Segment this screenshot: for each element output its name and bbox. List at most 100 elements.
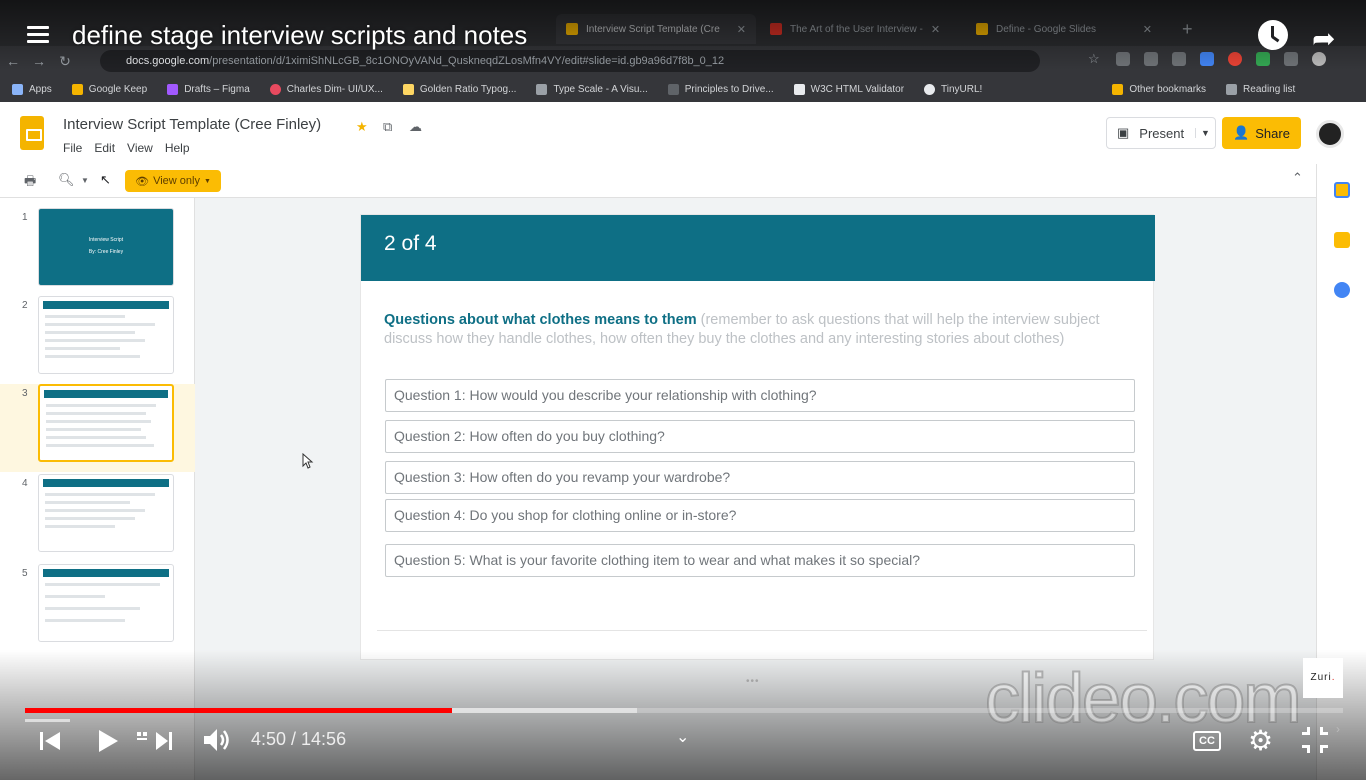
present-dropdown-icon[interactable]: ▼ bbox=[1195, 128, 1215, 138]
cloud-status-icon[interactable]: ☁ bbox=[409, 119, 422, 135]
previous-icon[interactable] bbox=[38, 730, 62, 752]
menu-file[interactable]: File bbox=[63, 141, 82, 155]
extension-icon[interactable] bbox=[1172, 52, 1186, 66]
chevron-right-icon[interactable]: › bbox=[1336, 722, 1340, 736]
slide-thumbnail[interactable]: 1 Interview Script By: Cree Finley bbox=[0, 208, 195, 296]
slide-heading: 2 of 4 bbox=[384, 232, 437, 255]
bookmark-label: Type Scale - A Visu... bbox=[553, 83, 648, 95]
menu-view[interactable]: View bbox=[127, 141, 153, 155]
reload-icon[interactable]: ↻ bbox=[52, 53, 78, 70]
slide-thumbnail[interactable]: 5 bbox=[0, 564, 195, 652]
watch-later-icon[interactable] bbox=[1258, 20, 1288, 50]
slide-thumbnail[interactable]: 2 bbox=[0, 296, 195, 384]
tab-label: Interview Script Template (Cre bbox=[586, 23, 720, 35]
volume-icon[interactable] bbox=[202, 726, 234, 754]
bookmark-item[interactable]: Drafts – Figma bbox=[167, 83, 250, 95]
thumb-line bbox=[46, 404, 156, 407]
menu-edit[interactable]: Edit bbox=[94, 141, 115, 155]
extension-icon[interactable] bbox=[1144, 52, 1158, 66]
url-field[interactable]: docs.google.com/presentation/d/1ximiShNL… bbox=[100, 50, 1040, 72]
channel-badge[interactable]: Zuri. bbox=[1303, 658, 1343, 698]
mouse-pointer-icon bbox=[302, 453, 314, 469]
slide-thumbnail-selected[interactable]: 3 bbox=[0, 384, 195, 472]
bookmark-item[interactable]: TinyURL! bbox=[924, 83, 983, 95]
thumb-line bbox=[45, 595, 105, 598]
view-only-button[interactable]: 👁 View only ▼ bbox=[125, 170, 221, 192]
share-button[interactable]: 👤 Share bbox=[1222, 117, 1301, 149]
calendar-icon[interactable] bbox=[1334, 182, 1350, 198]
zoom-dropdown-icon[interactable]: ▼ bbox=[81, 176, 89, 185]
slides-logo-icon[interactable] bbox=[20, 116, 44, 150]
extension-icon[interactable] bbox=[1256, 52, 1270, 66]
browser-tab[interactable]: Define - Google Slides ✕ bbox=[966, 14, 1162, 44]
forward-icon[interactable]: → bbox=[26, 53, 52, 69]
puzzle-icon[interactable] bbox=[1284, 52, 1298, 66]
channel-badge-text: Zuri bbox=[1310, 672, 1332, 683]
share-arrow-icon[interactable]: ➦ bbox=[1312, 22, 1335, 55]
screen: { "browser": { "tabs": [ {"label": "Inte… bbox=[0, 0, 1366, 780]
bookmark-item[interactable]: W3C HTML Validator bbox=[793, 83, 904, 95]
keep-icon[interactable] bbox=[1334, 232, 1350, 248]
thumb-line bbox=[45, 339, 145, 342]
collapse-toolbar-icon[interactable]: ⌃ bbox=[1292, 170, 1303, 186]
chevron-down-icon[interactable]: ⌄ bbox=[676, 727, 689, 747]
video-title[interactable]: define stage interview scripts and notes bbox=[72, 20, 527, 51]
bookmark-reading-list[interactable]: Reading list bbox=[1226, 83, 1295, 95]
bookmark-item[interactable]: Google Keep bbox=[71, 83, 147, 95]
settings-gear-icon[interactable]: ⚙ bbox=[1248, 724, 1273, 757]
tab-label: Define - Google Slides bbox=[996, 23, 1097, 35]
url-path: /presentation/d/1ximiShNLcGB_8c1ONOyVANd… bbox=[209, 55, 725, 67]
account-avatar[interactable] bbox=[1316, 120, 1344, 148]
slide-number: 5 bbox=[22, 568, 28, 579]
slide-thumbnail[interactable]: 4 bbox=[0, 474, 195, 562]
bookmark-other[interactable]: Other bookmarks bbox=[1112, 83, 1206, 95]
question-box: Question 5: What is your favorite clothi… bbox=[385, 544, 1135, 577]
question-box: Question 1: How would you describe your … bbox=[385, 379, 1135, 412]
folder-icon bbox=[1112, 83, 1124, 95]
chrome-extension-icon[interactable] bbox=[1228, 52, 1242, 66]
select-cursor-icon[interactable]: ↖ bbox=[100, 172, 111, 188]
back-icon[interactable]: ← bbox=[0, 53, 26, 69]
extension-icon[interactable] bbox=[1116, 52, 1130, 66]
site-icon bbox=[402, 83, 414, 95]
thumb-header bbox=[43, 301, 169, 309]
bookmark-item[interactable]: Golden Ratio Typog... bbox=[402, 83, 516, 95]
captions-button[interactable]: CC bbox=[1193, 731, 1221, 751]
close-tab-icon[interactable]: ✕ bbox=[1143, 23, 1152, 36]
browser-tab[interactable]: The Art of the User Interview - ✕ bbox=[760, 14, 950, 44]
bookmark-item[interactable]: Charles Dim- UI/UX... bbox=[269, 83, 383, 95]
bookmark-item[interactable]: Principles to Drive... bbox=[667, 83, 774, 95]
bookmark-label: TinyURL! bbox=[941, 83, 983, 95]
playlist-icon[interactable] bbox=[27, 26, 51, 46]
slide-number: 1 bbox=[22, 212, 28, 223]
next-icon[interactable] bbox=[136, 730, 176, 752]
menu-help[interactable]: Help bbox=[165, 141, 190, 155]
bookmark-star-icon[interactable]: ☆ bbox=[1088, 52, 1102, 66]
share-label: Share bbox=[1255, 125, 1290, 141]
document-title[interactable]: Interview Script Template (Cree Finley) bbox=[63, 116, 321, 133]
thumb-line bbox=[45, 331, 135, 334]
zoom-icon[interactable]: 🔍︎ bbox=[58, 172, 75, 188]
apps-grid-icon bbox=[12, 83, 23, 95]
move-folder-icon[interactable]: ⧉ bbox=[383, 119, 392, 135]
thumb-line bbox=[45, 315, 125, 318]
browser-tab-active[interactable]: Interview Script Template (Cre ✕ bbox=[556, 14, 756, 44]
bookmark-apps[interactable]: Apps bbox=[12, 83, 52, 95]
slide-number: 3 bbox=[22, 388, 28, 399]
present-button[interactable]: ▣ Present ▼ bbox=[1106, 117, 1216, 149]
print-icon[interactable]: 🖶 bbox=[24, 172, 36, 194]
thumb-line bbox=[46, 412, 146, 415]
star-icon[interactable]: ★ bbox=[356, 119, 368, 135]
close-tab-icon[interactable]: ✕ bbox=[931, 23, 940, 36]
new-tab-icon[interactable]: + bbox=[1172, 14, 1200, 44]
extension-icon[interactable] bbox=[1200, 52, 1214, 66]
tasks-icon[interactable] bbox=[1334, 282, 1350, 298]
exit-fullscreen-icon[interactable] bbox=[1302, 727, 1328, 753]
close-tab-icon[interactable]: ✕ bbox=[737, 23, 746, 36]
view-only-label: View only bbox=[153, 175, 200, 187]
thumb-header bbox=[43, 479, 169, 487]
bookmark-item[interactable]: Type Scale - A Visu... bbox=[536, 83, 648, 95]
progress-bar[interactable] bbox=[25, 708, 1343, 713]
play-icon[interactable] bbox=[96, 728, 120, 754]
speaker-notes-handle-icon[interactable]: ••• bbox=[746, 676, 760, 687]
